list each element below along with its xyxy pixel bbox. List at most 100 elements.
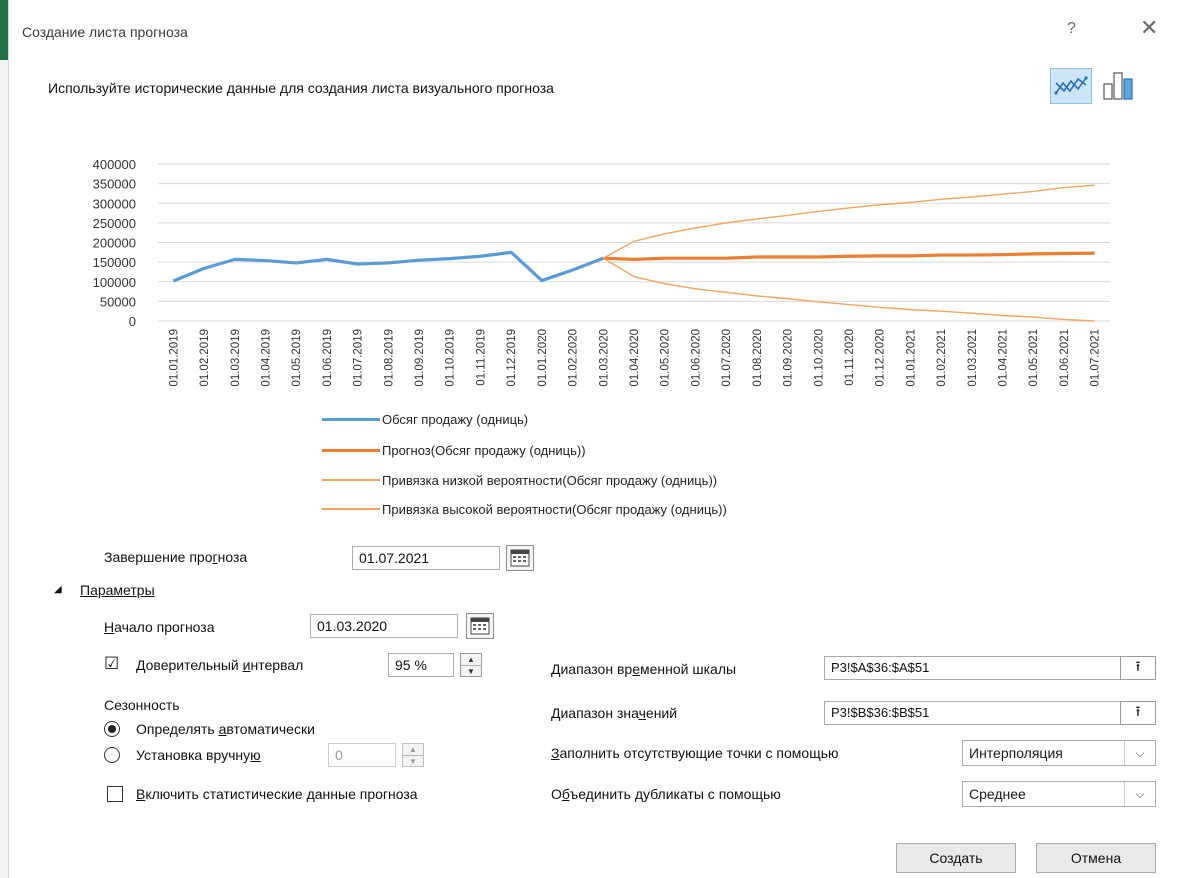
x-tick-label: 01.01.2020 [537,329,549,387]
confidence-interval-checkbox[interactable]: ☑ [104,655,119,672]
x-tick-label: 01.06.2020 [690,329,702,387]
include-statistics-checkbox[interactable] [107,786,123,802]
parameters-section-toggle[interactable]: Параметры [80,582,155,598]
chevron-down-icon[interactable]: ⌵ [1124,741,1155,765]
x-tick-label: 01.02.2021 [936,329,948,387]
x-tick-label: 01.07.2020 [721,329,733,387]
collapse-dialog-icon: ⭱ [1135,703,1141,719]
x-tick-label: 01.04.2019 [260,329,272,387]
x-tick-label: 01.10.2019 [445,329,457,387]
spin-up-icon[interactable]: ▲ [461,654,481,665]
x-tick-label: 01.05.2020 [660,329,672,387]
forecast-end-input[interactable]: 01.07.2021 [352,546,500,570]
seasonality-label: Сезонность [104,697,180,713]
confidence-interval-label: Доверительный интервал [136,657,304,673]
legend-item: Обсяг продажу (одниць) [322,410,528,428]
help-icon[interactable]: ? [1067,20,1076,38]
legend-swatch [322,417,380,421]
forecast-start-label: Начало прогноза [104,619,215,635]
x-tick-label: 01.05.2021 [1028,329,1040,387]
x-tick-label: 01.06.2021 [1059,329,1071,387]
series-line-lower [602,257,1095,322]
x-tick-label: 01.02.2020 [568,329,580,387]
x-tick-label: 01.11.2020 [844,329,856,386]
x-tick-label: 01.11.2019 [475,329,487,386]
x-tick-label: 01.05.2019 [291,329,303,387]
aggregate-duplicates-select[interactable]: Среднее ⌵ [962,781,1156,807]
x-tick-label: 01.01.2019 [168,329,180,387]
x-tick-label: 01.04.2020 [629,329,641,387]
spin-down-icon[interactable]: ▼ [403,755,423,767]
x-tick-label: 01.12.2020 [875,329,887,387]
cancel-button[interactable]: Отмена [1036,843,1156,873]
forecast-start-calendar-button[interactable] [466,613,494,639]
x-tick-label: 01.08.2020 [752,329,764,387]
column-chart-view-button[interactable] [1098,68,1140,104]
line-chart-icon [1054,76,1088,95]
y-tick-label: 350000 [93,177,136,192]
fill-missing-label: Заполнить отсутствующие точки с помощью [551,745,839,761]
x-tick-label: 01.07.2021 [1090,329,1102,387]
y-tick-label: 0 [129,314,136,329]
legend-swatch [322,508,380,510]
fill-missing-select[interactable]: Интерполяция ⌵ [962,740,1156,766]
values-range-collapse-button[interactable]: ⭱ [1120,701,1156,725]
y-tick-label: 200000 [93,236,136,251]
seasonality-manual-radio[interactable] [104,747,120,763]
y-tick-label: 400000 [93,157,136,172]
x-tick-label: 01.10.2020 [813,329,825,387]
close-icon[interactable]: ✕ [1140,17,1158,39]
background-window-edge [0,0,9,878]
forecast-start-input[interactable]: 01.03.2020 [310,614,458,638]
excel-ribbon-edge [0,0,8,60]
calendar-icon [510,549,530,567]
timeline-range-input[interactable]: Р3!$A$36:$A$51 [824,656,1124,680]
y-tick-label: 250000 [93,216,136,231]
forecast-end-label: Завершение прогноза [104,549,248,565]
spin-down-icon[interactable]: ▼ [461,665,481,677]
series-line-forecast [603,251,1095,261]
forecast-chart: 400000 350000 300000 250000 200000 150000 1000… [93,157,1110,387]
y-tick-label: 300000 [93,196,136,211]
parameters-collapse-icon[interactable]: ◢ [54,584,62,595]
timeline-range-collapse-button[interactable]: ⭱ [1120,656,1156,680]
x-tick-label: 01.03.2021 [967,329,979,387]
aggregate-duplicates-value: Среднее [969,786,1026,802]
legend-label: Обсяг продажу (одниць) [382,411,529,427]
chevron-down-icon[interactable]: ⌵ [1124,782,1155,806]
legend-item: Привязка высокой вероятности(Обсяг прода… [322,500,727,518]
spin-up-icon[interactable]: ▲ [403,744,423,755]
x-tick-label: 01.04.2021 [998,329,1010,387]
x-tick-label: 01.01.2021 [905,329,917,387]
x-tick-label: 01.12.2019 [506,329,518,387]
legend-item: Привязка низкой вероятности(Обсяг продаж… [322,471,717,489]
confidence-interval-spinner[interactable]: ▲ ▼ [460,653,482,677]
legend-label: Привязка низкой вероятности(Обсяг продаж… [382,472,718,488]
seasonality-manual-spinner[interactable]: ▲ ▼ [402,743,424,767]
legend-swatch [322,448,380,452]
legend-swatch [322,479,380,481]
x-tick-label: 01.03.2020 [598,329,610,387]
line-chart-view-button[interactable] [1050,68,1092,104]
include-statistics-label: Включить статистические данные прогноза [136,786,418,802]
create-button[interactable]: Создать [896,843,1016,873]
values-range-input[interactable]: Р3!$B$36:$B$51 [824,701,1124,725]
dialog-subtitle: Используйте исторические данные для созд… [48,80,554,96]
seasonality-manual-input[interactable]: 0 [328,743,396,767]
x-tick-label: 01.08.2019 [383,329,395,387]
x-tick-label: 01.09.2020 [783,329,795,387]
y-tick-label: 100000 [93,275,136,290]
confidence-interval-input[interactable]: 95 % [388,653,454,677]
x-tick-label: 01.09.2019 [414,329,426,387]
seasonality-auto-label: Определять автоматически [136,721,315,737]
x-tick-label: 01.03.2019 [230,329,242,387]
legend-item: Прогноз(Обсяг продажу (одниць)) [322,441,586,459]
legend-label: Прогноз(Обсяг продажу (одниць)) [382,442,586,458]
seasonality-auto-radio[interactable] [104,721,120,737]
timeline-range-label: Диапазон временной шкалы [551,661,737,677]
fill-missing-value: Интерполяция [969,745,1063,761]
x-tick-label: 01.02.2019 [199,329,211,387]
calendar-icon [470,617,490,635]
forecast-end-calendar-button[interactable] [506,545,534,571]
y-tick-label: 50000 [100,294,136,309]
